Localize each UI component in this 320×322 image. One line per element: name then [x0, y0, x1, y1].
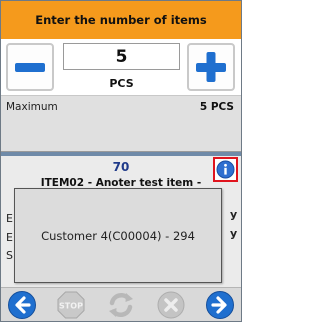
maximum-row: Maximum 5 PCS: [1, 96, 241, 152]
hidden-row-edge: E: [6, 212, 13, 225]
customer-tooltip: Customer 4(C00004) - 294: [14, 188, 222, 283]
maximum-value: 5 PCS: [199, 101, 234, 113]
quantity-field[interactable]: 5: [63, 43, 180, 70]
decrease-button[interactable]: [6, 43, 54, 91]
minus-icon: [15, 63, 45, 72]
hidden-row-edge: y: [230, 227, 238, 240]
quantity-entry-screen: Enter the number of items 5 PCS Maximum …: [0, 0, 242, 322]
increase-button[interactable]: [187, 43, 235, 91]
quantity-panel: 5 PCS: [1, 39, 241, 96]
x-circle-icon: [157, 291, 185, 319]
info-icon: [216, 160, 235, 179]
forward-button[interactable]: [205, 290, 235, 320]
arrow-left-icon: [8, 291, 36, 319]
plus-icon: [196, 52, 226, 82]
item-number: 70: [112, 160, 130, 174]
back-button[interactable]: [7, 290, 37, 320]
arrow-right-icon: [206, 291, 234, 319]
tooltip-text: Customer 4(C00004) - 294: [41, 228, 195, 243]
refresh-icon: [109, 293, 133, 317]
svg-text:STOP: STOP: [59, 302, 83, 311]
stop-icon: STOP: [57, 291, 85, 319]
maximum-label: Maximum: [6, 101, 58, 113]
hidden-row-edge: y: [230, 208, 238, 221]
unit-label: PCS: [109, 77, 134, 90]
cancel-button[interactable]: [156, 290, 186, 320]
quantity-value: 5: [115, 46, 128, 67]
refresh-button[interactable]: [106, 290, 136, 320]
bottom-toolbar: STOP: [1, 287, 241, 321]
page-title: Enter the number of items: [35, 13, 207, 27]
stop-button[interactable]: STOP: [56, 290, 86, 320]
title-bar: Enter the number of items: [1, 1, 241, 39]
hidden-row-edge: E: [6, 231, 13, 244]
hidden-row-edge: S: [6, 249, 13, 262]
info-button[interactable]: [213, 157, 238, 182]
